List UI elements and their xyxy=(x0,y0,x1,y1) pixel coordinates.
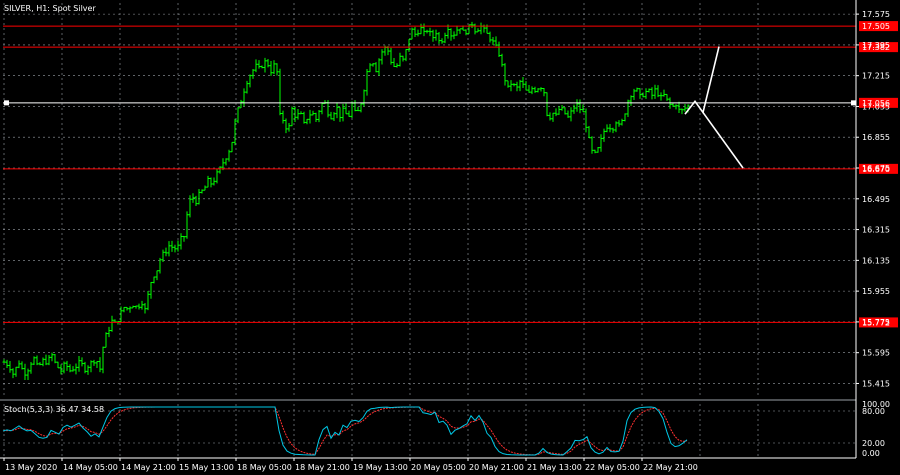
y-tick-label: 16.675 xyxy=(862,164,890,173)
indicator-label: Stoch(5,3,3) 36.47 34.58 xyxy=(4,405,104,414)
x-tick-label: 14 May 05:00 xyxy=(63,463,118,472)
stoch-level-label: 20.00 xyxy=(862,439,885,448)
x-tick-label: 20 May 05:00 xyxy=(411,463,466,472)
x-tick-label: 13 May 2020 xyxy=(5,463,57,472)
x-tick-label: 18 May 05:00 xyxy=(237,463,292,472)
y-tick-label: 15.955 xyxy=(862,287,890,296)
x-tick-label: 21 May 13:00 xyxy=(527,463,582,472)
y-tick-label: 16.135 xyxy=(862,256,890,265)
x-tick-label: 19 May 13:00 xyxy=(353,463,408,472)
x-tick-label: 22 May 05:00 xyxy=(585,463,640,472)
y-tick-label: 16.855 xyxy=(862,133,890,142)
y-tick-label: 16.315 xyxy=(862,226,890,235)
y-tick-label: 15.595 xyxy=(862,349,890,358)
x-tick-label: 18 May 21:00 xyxy=(295,463,350,472)
chart-background xyxy=(0,0,900,475)
y-tick-label: 16.495 xyxy=(862,195,890,204)
y-tick-label: 15.415 xyxy=(862,379,890,388)
x-tick-label: 15 May 13:00 xyxy=(179,463,234,472)
y-tick-label: 17.035 xyxy=(862,102,890,111)
y-tick-label: 17.575 xyxy=(862,10,890,19)
x-tick-label: 22 May 21:00 xyxy=(643,463,698,472)
line-handle xyxy=(851,100,856,106)
y-tick-label: 17.215 xyxy=(862,72,890,81)
line-handle xyxy=(4,100,9,106)
y-tick-label: 17.395 xyxy=(862,41,890,50)
x-tick-label: 20 May 21:00 xyxy=(469,463,524,472)
chart-title: SILVER, H1: Spot Silver xyxy=(4,4,96,13)
stoch-level-label: 0.00 xyxy=(862,449,880,458)
price-label: 17.505 xyxy=(862,22,890,31)
y-tick-label: 15.775 xyxy=(862,318,890,327)
price-chart[interactable]: 17.50517.38217.05616.67015.772 17.57517.… xyxy=(0,0,900,475)
x-tick-label: 14 May 21:00 xyxy=(121,463,176,472)
stoch-level-label: 80.00 xyxy=(862,407,885,416)
